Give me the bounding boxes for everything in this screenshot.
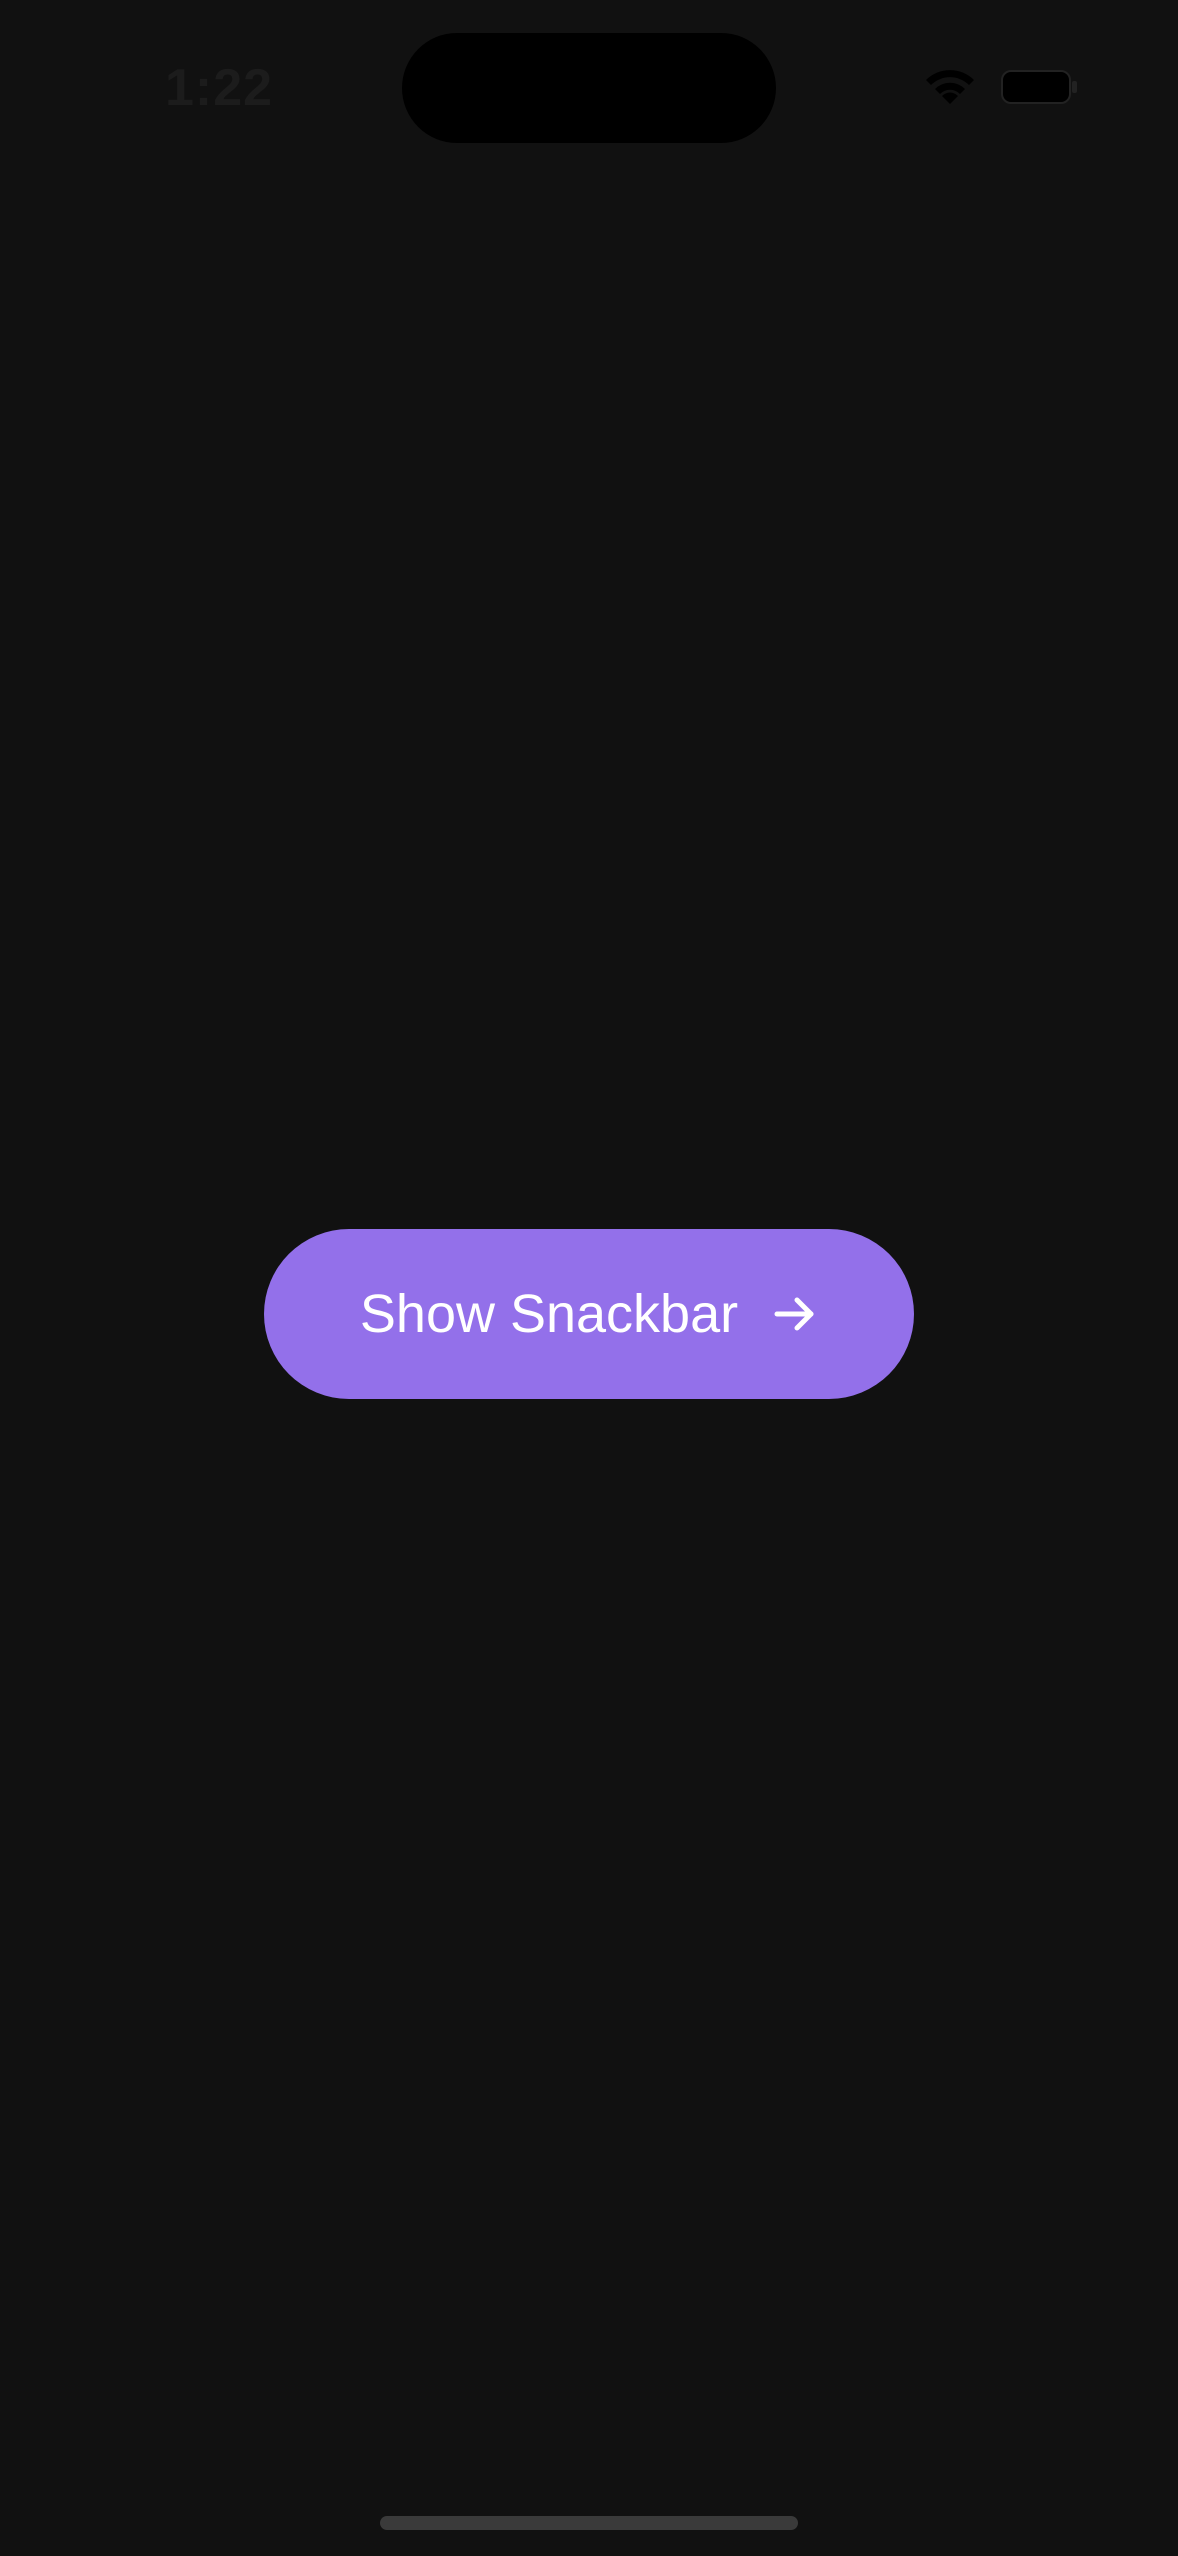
dynamic-island [402,33,776,143]
arrow-right-icon [774,1297,814,1331]
battery-icon [1001,70,1077,104]
wifi-icon [926,70,974,104]
home-indicator[interactable] [380,2516,798,2530]
status-bar: 1:22 [0,0,1178,180]
status-time: 1:22 [165,59,274,117]
show-snackbar-button[interactable]: Show Snackbar [264,1229,914,1399]
show-snackbar-label: Show Snackbar [359,1284,739,1344]
